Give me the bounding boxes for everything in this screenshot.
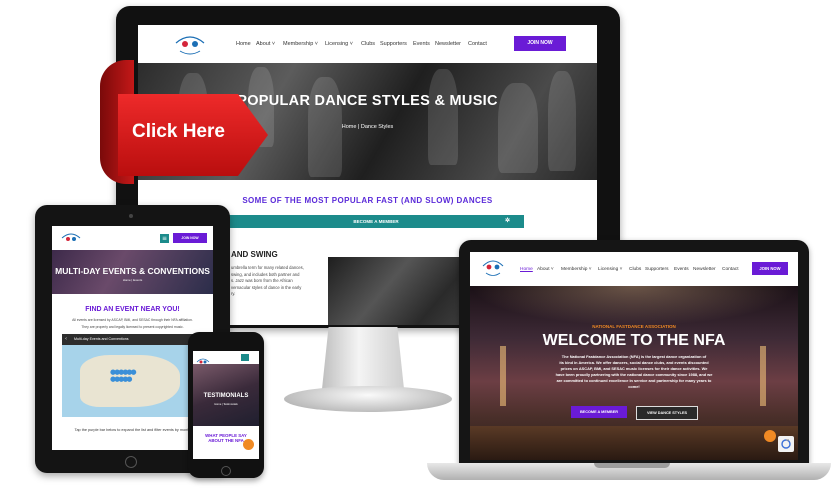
swing-text-line: s. Jazz was born from the African <box>231 278 293 284</box>
find-event-title: FIND AN EVENT NEAR YOU! <box>85 306 180 313</box>
nfa-logo[interactable] <box>172 31 208 57</box>
laptop-screen: Home About ˅ Membership ˅ Licensing ˅ Cl… <box>470 252 798 460</box>
nav-about[interactable]: About ˅ <box>537 267 554 272</box>
join-now-button[interactable]: JOIN NOW <box>514 36 566 51</box>
nav-newsletter[interactable]: Newsletter <box>435 41 461 47</box>
map-header[interactable]: Multi-day Events and Conventions <box>62 334 202 345</box>
nfa-logo[interactable] <box>480 256 506 278</box>
events-map[interactable]: ●●●●●● ●●●●● <box>62 345 202 417</box>
tablet-home-button[interactable] <box>125 456 137 468</box>
page-title: MULTI-DAY EVENTS & CONVENTIONS <box>55 266 210 276</box>
nav-about[interactable]: About ˅ <box>256 41 275 47</box>
join-now-button[interactable]: JOIN NOW <box>752 262 788 275</box>
click-here-label[interactable]: Click Here <box>132 121 225 143</box>
hero-photo-figure <box>548 71 576 171</box>
phone-home-button[interactable] <box>221 466 231 476</box>
swing-text-line: umbrella term for many related dances, <box>231 265 304 270</box>
nav-home[interactable]: Home <box>236 41 251 47</box>
swing-text-line: ry. <box>231 291 236 297</box>
nav-clubs[interactable]: Clubs <box>629 267 641 272</box>
swing-text: umbrella term for many related dances, s… <box>231 265 326 298</box>
dance-floor <box>470 426 798 460</box>
phone-screen: TESTIMONIALS Home | Testimonials WHAT PE… <box>193 351 259 459</box>
swing-heading: AND SWING <box>231 250 278 259</box>
nav-membership[interactable]: Membership ˅ <box>561 267 592 272</box>
nav-supporters[interactable]: Supporters <box>380 41 407 47</box>
join-now-button[interactable]: JOIN NOW <box>173 233 207 243</box>
org-label: NATIONAL FASTDANCE ASSOCIATION <box>592 324 676 329</box>
chat-bubble-icon[interactable] <box>243 439 254 450</box>
settings-icon: ✲ <box>504 218 510 224</box>
section-title: SOME OF THE MOST POPULAR FAST (AND SLOW)… <box>242 196 493 205</box>
map-pin-icons[interactable]: ●●●●●● ●●●●● <box>110 369 152 389</box>
welcome-text: The National Fastdance Association (NFA)… <box>534 354 734 390</box>
back-arrow-icon[interactable]: ‹ <box>65 336 67 342</box>
nav-events[interactable]: Events <box>674 267 689 272</box>
nav-supporters[interactable]: Supporters <box>645 267 668 272</box>
nav-contact[interactable]: Contact <box>722 267 739 272</box>
stage-light <box>760 346 766 406</box>
monitor-stand <box>322 327 404 389</box>
nav-licensing[interactable]: Licensing ˅ <box>598 267 622 272</box>
nav-clubs[interactable]: Clubs <box>361 41 375 47</box>
nav-licensing[interactable]: Licensing ˅ <box>325 41 353 47</box>
swing-text-line: vernacular styles of dance in the early <box>231 284 302 290</box>
become-member-bar[interactable]: BECOME A MEMBER ✲ <box>228 215 524 228</box>
desktop-nav-bar: Home About ˅ Membership ˅ Licensing ˅ Cl… <box>138 25 597 63</box>
nav-events[interactable]: Events <box>413 41 430 47</box>
nav-membership[interactable]: Membership ˅ <box>283 41 318 47</box>
laptop-notch <box>594 463 670 468</box>
recaptcha-icon[interactable] <box>778 436 794 452</box>
become-member-button[interactable]: BECOME A MEMBER <box>571 406 627 418</box>
page-title: TESTIMONIALS <box>203 393 249 399</box>
chat-bubble-icon[interactable] <box>764 430 776 442</box>
hamburger-icon[interactable]: ≡ <box>160 234 169 243</box>
nfa-logo[interactable] <box>60 230 82 246</box>
tablet-camera <box>129 214 133 218</box>
swing-dance-photo <box>328 257 478 325</box>
breadcrumb[interactable]: Home | Events <box>52 278 213 282</box>
hero-photo-figure <box>428 69 458 165</box>
license-note: All events are licensed by ASCAP, BMI, a… <box>72 318 193 322</box>
stage-light <box>500 346 506 406</box>
breadcrumb[interactable]: Home | Testimonials <box>193 403 259 406</box>
nav-contact[interactable]: Contact <box>468 41 487 47</box>
nav-newsletter[interactable]: Newsletter <box>693 267 716 272</box>
nav-home[interactable]: Home <box>520 267 533 272</box>
hamburger-icon[interactable] <box>241 354 249 361</box>
nfa-logo[interactable] <box>196 352 210 364</box>
swing-text-line: swing, and includes both partner and <box>231 271 300 277</box>
view-dance-styles-button[interactable]: VIEW DANCE STYLES <box>636 406 698 420</box>
monitor-stand-base <box>284 386 452 412</box>
become-member-label: BECOME A MEMBER <box>353 219 399 224</box>
welcome-text-line: come! <box>628 384 640 389</box>
license-note: They are properly and legally licensed t… <box>81 325 184 329</box>
ballroom-lights <box>470 286 798 326</box>
welcome-title: WELCOME TO THE NFA <box>542 332 726 349</box>
laptop-nav-bar: Home About ˅ Membership ˅ Licensing ˅ Cl… <box>470 252 798 286</box>
